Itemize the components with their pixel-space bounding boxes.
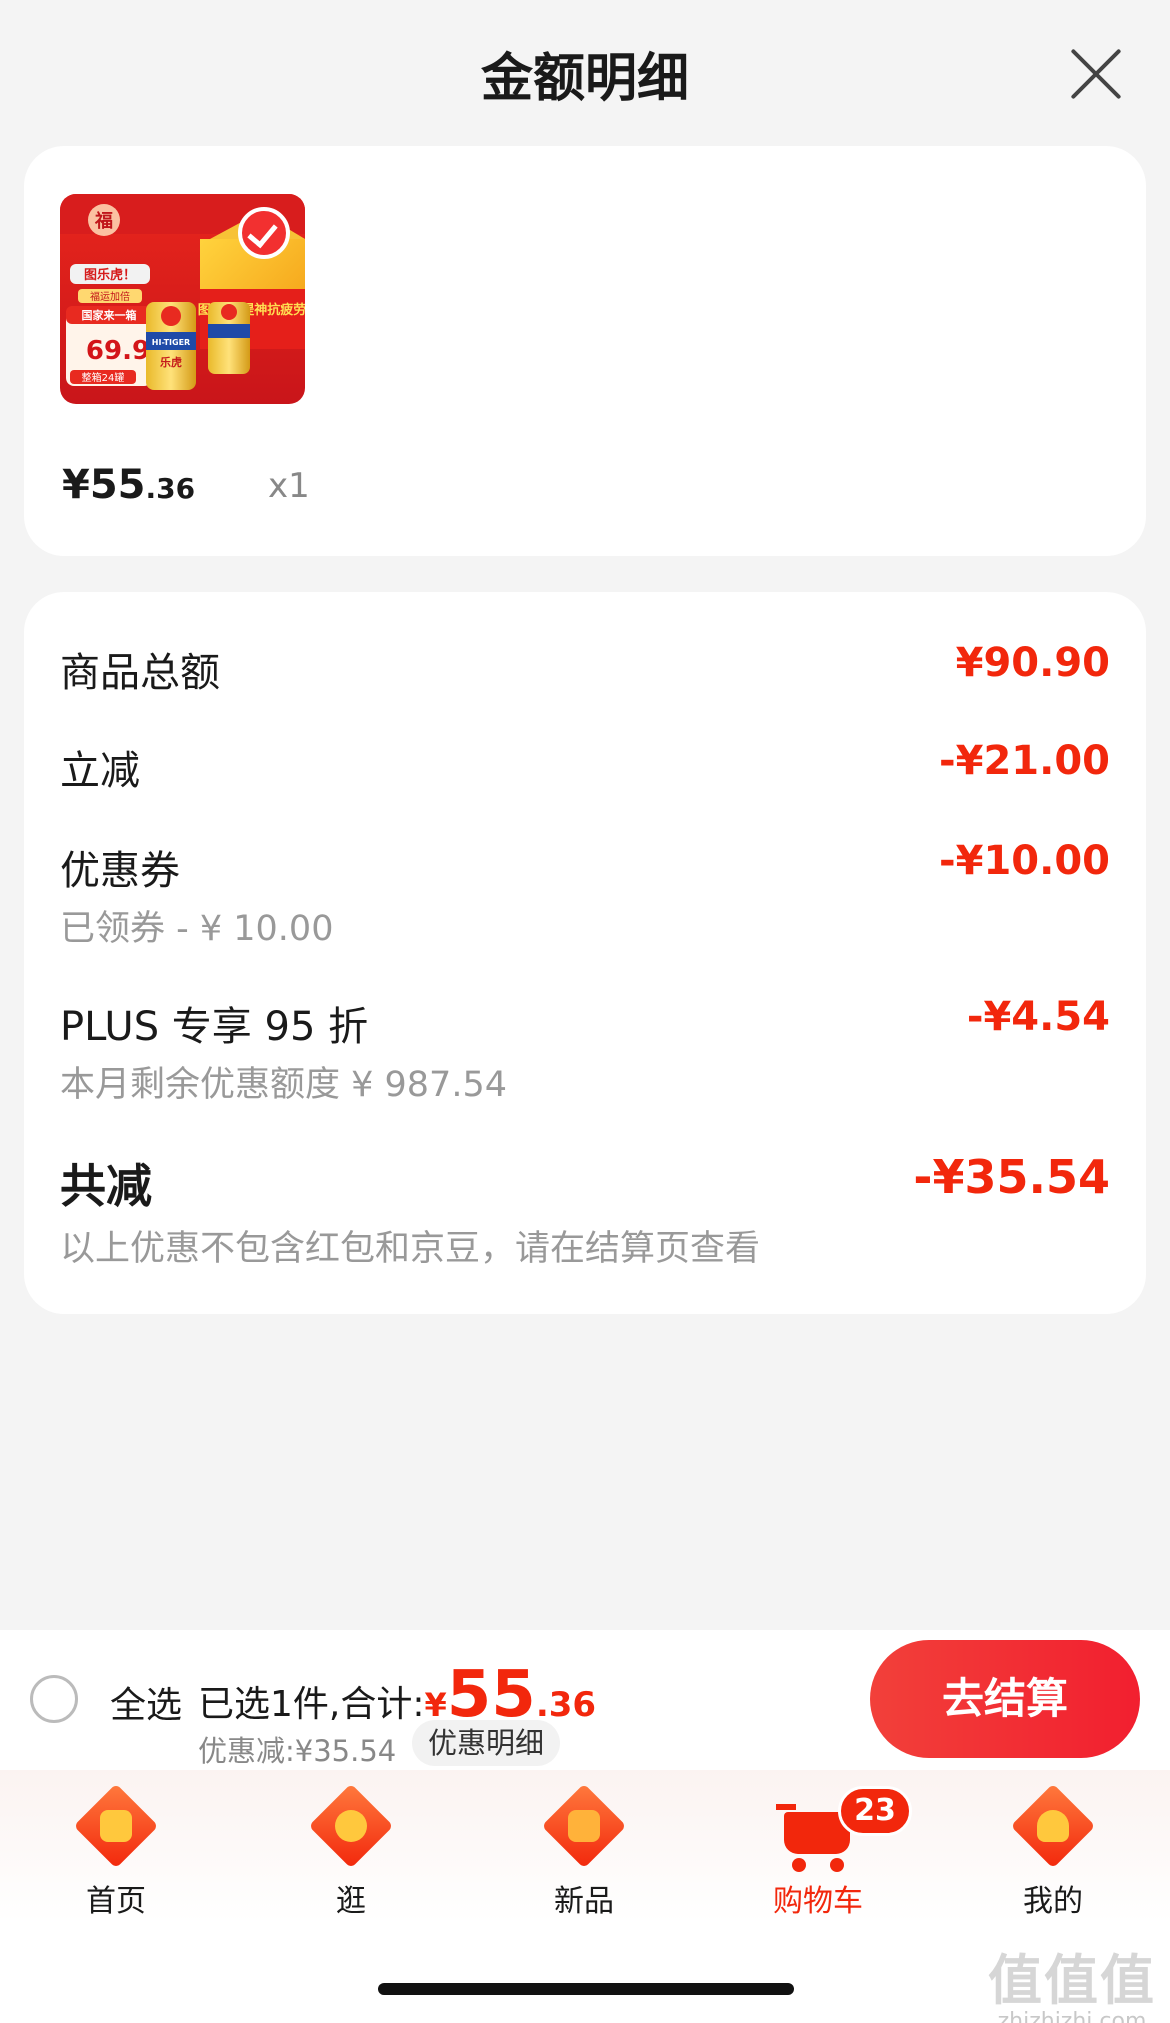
tab-home[interactable]: 首页 [46, 1780, 186, 1919]
total-discount-label: 共减 [60, 1159, 152, 1213]
product-check-icon[interactable] [238, 207, 290, 259]
discount-detail-link[interactable]: 优惠明细 [412, 1720, 561, 1766]
image-can-brand: HI-TIGER [152, 338, 190, 347]
instant-discount-label: 立减 [60, 748, 140, 794]
product-price: ¥55.36 [62, 462, 195, 508]
plus-discount-value: -¥4.54 [966, 994, 1110, 1040]
watermark-sub: zhizhizhi.com [997, 2009, 1147, 2023]
coupon-value: -¥10.00 [939, 838, 1110, 884]
select-all-label[interactable]: 全选 [110, 1676, 182, 1728]
total-cents: .36 [535, 1685, 597, 1725]
tab-browse-label: 逛 [336, 1884, 366, 1919]
select-all-checkbox[interactable] [30, 1675, 78, 1723]
subtotal-value: ¥90.90 [955, 640, 1110, 686]
discount-note: 以上优惠不包含红包和京豆，请在结算页查看 [60, 1229, 761, 1269]
sheet-header: 金额明细 [0, 0, 1170, 140]
cart-count-badge: 23 [838, 1786, 912, 1836]
image-banner: 图乐虎！ [84, 267, 136, 283]
checkout-button[interactable]: 去结算 [870, 1640, 1140, 1758]
tab-browse[interactable]: 逛 [281, 1780, 421, 1919]
watermark-main: 值值值 [988, 1949, 1156, 2012]
tab-new-products-label: 新品 [554, 1884, 614, 1919]
image-pack: 整箱24罐 [82, 371, 125, 384]
amount-detail-sheet: 金额明细 福 图乐虎 提神抗疲劳 图乐虎！ 福运加倍 国家来一箱 69.9 整箱… [0, 0, 1170, 1630]
coupon-label: 优惠券 [60, 848, 180, 894]
coupon-sub: 已领券 - ¥ 10.00 [60, 909, 334, 949]
watermark: 值值值 zhizhizhi.com [988, 1936, 1156, 2023]
plus-discount-label: PLUS 专享 95 折 [60, 1004, 369, 1050]
sheet-title: 金额明细 [480, 49, 689, 109]
total-symbol: ¥ [424, 1686, 447, 1724]
summary-prefix: 已选1件,合计: [198, 1684, 425, 1725]
plus-quota-sub: 本月剩余优惠额度 ¥ 987.54 [60, 1065, 507, 1105]
browse-icon [308, 1783, 394, 1874]
image-sub-banner: 福运加倍 [90, 290, 130, 303]
instant-discount-value: -¥21.00 [939, 738, 1110, 784]
amount-breakdown-card: 商品总额 ¥90.90 立减 -¥21.00 优惠券 -¥10.00 已领券 -… [24, 592, 1146, 1314]
price-cents: .36 [145, 472, 196, 505]
total-discount-value: -¥35.54 [913, 1150, 1110, 1204]
image-badge-text: 福 [94, 210, 113, 232]
product-card: 福 图乐虎 提神抗疲劳 图乐虎！ 福运加倍 国家来一箱 69.9 整箱24罐 H… [24, 146, 1146, 556]
home-icon [73, 1783, 159, 1874]
cart-icon: 23 [776, 1786, 912, 1874]
checkout-bar: 全选 已选1件,合计:¥55.36 优惠减:¥35.54 优惠明细 去结算 [0, 1630, 1170, 1770]
subtotal-label: 商品总额 [60, 650, 220, 696]
tab-home-label: 首页 [86, 1884, 146, 1919]
price-symbol: ¥ [62, 462, 90, 508]
tab-new-products[interactable]: 新品 [514, 1780, 654, 1919]
tab-profile[interactable]: 我的 [983, 1780, 1123, 1919]
close-icon[interactable] [1066, 44, 1126, 104]
product-quantity: x1 [268, 466, 310, 506]
tab-cart-label: 购物车 [773, 1884, 863, 1919]
image-can-cn: 乐虎 [160, 355, 182, 369]
price-main: 55 [89, 462, 146, 508]
profile-icon [1010, 1783, 1096, 1874]
new-products-icon [541, 1783, 627, 1874]
discount-summary: 优惠减:¥35.54 [198, 1734, 397, 1768]
image-promo: 国家来一箱 [82, 308, 137, 322]
tab-cart[interactable]: 23 购物车 [748, 1780, 912, 1919]
tab-profile-label: 我的 [1023, 1884, 1083, 1919]
image-price: 69.9 [86, 336, 150, 366]
home-indicator[interactable] [378, 1983, 794, 1995]
